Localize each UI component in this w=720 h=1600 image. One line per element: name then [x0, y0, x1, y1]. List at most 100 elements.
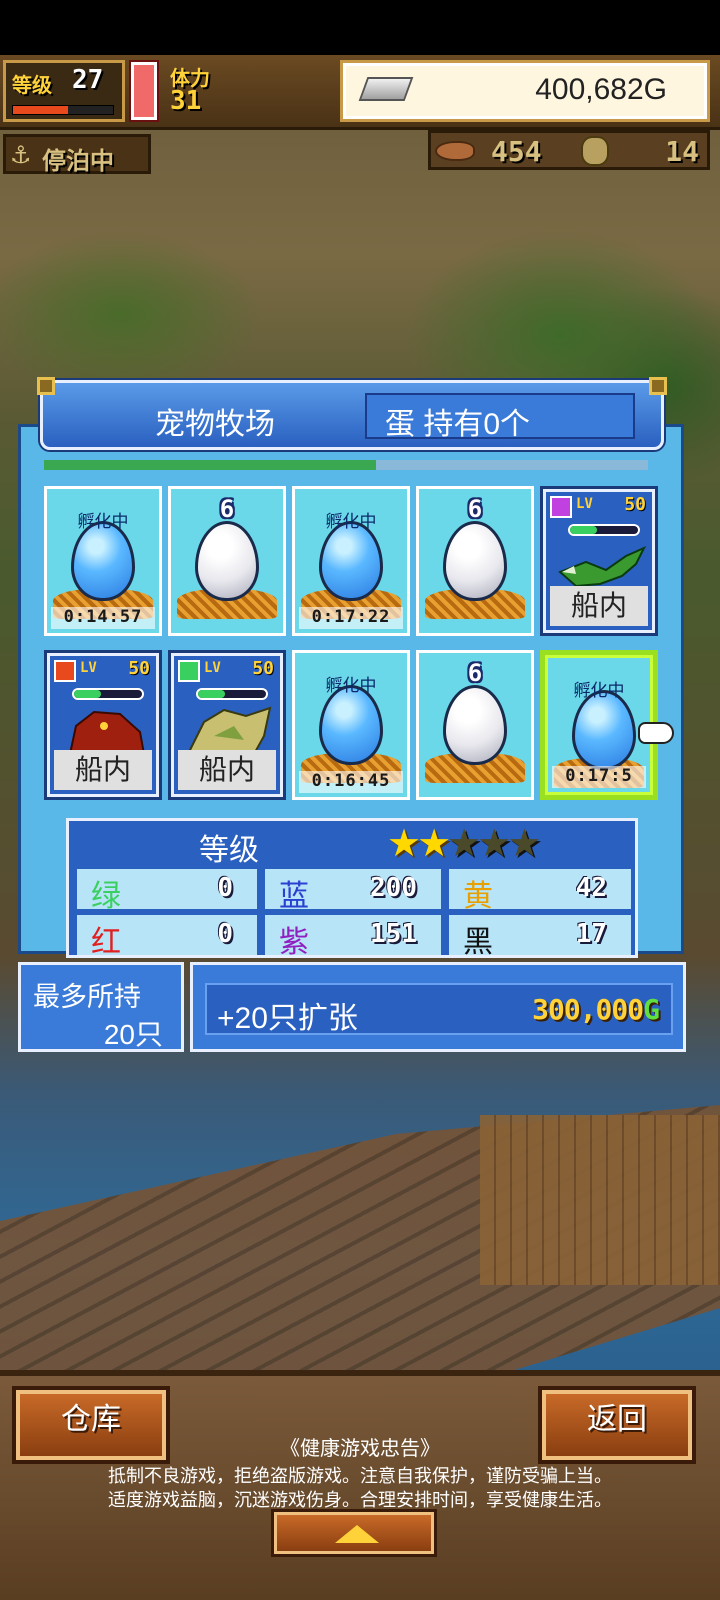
stat-name: 红 — [91, 926, 121, 959]
stat-cell: 紫 151 — [265, 915, 441, 959]
hatching-label: 孵化中 — [325, 676, 377, 696]
corner-ornament — [649, 377, 667, 395]
pet-sprite — [556, 542, 648, 592]
hatching-label: 孵化中 — [77, 512, 129, 532]
hatching-egg-slot[interactable]: 孵化中 0:16:45 — [292, 650, 410, 800]
level-label: 等级 — [12, 73, 52, 97]
pet-slot[interactable]: LV 50 船内 — [540, 486, 658, 636]
element-icon — [54, 660, 76, 682]
egg-stack-slot[interactable]: 6 — [416, 650, 534, 800]
silver-bar-icon — [358, 77, 414, 101]
egg-stack-slot[interactable]: 6 — [416, 486, 534, 636]
stat-name: 黄 — [463, 880, 493, 913]
up-arrow-icon — [335, 1525, 379, 1543]
slot-inner: LV 50 船内 — [50, 656, 156, 794]
ranch-title-bar: 宠物牧场 蛋 持有0个 — [37, 377, 667, 450]
stamina: 体力 31 — [164, 60, 336, 122]
slot-inner: LV 50 船内 — [174, 656, 280, 794]
gold-value: 400,682G — [535, 73, 667, 106]
health-notice-line-1: 抵制不良游戏，拒绝盗版游戏。注意自我保护，谨防受骗上当。 — [108, 1466, 612, 1486]
medal-value: 14 — [665, 135, 699, 168]
stamina-value: 31 — [170, 86, 202, 116]
capacity-box: 最多所持 20只 — [18, 962, 184, 1052]
hatch-timer: 0:17:5 — [552, 766, 646, 788]
meat-icon — [435, 141, 475, 161]
star-filled-icon: ★ — [417, 821, 451, 865]
rank-stars: ★★★★★ — [387, 821, 541, 865]
pet-header: LV 50 — [550, 494, 648, 520]
expand-capacity-button[interactable]: +20只扩张 300,000G — [190, 962, 686, 1052]
pet-sprite — [60, 706, 152, 756]
expand-label: +20只扩张 — [217, 1002, 358, 1035]
blue-egg-icon — [572, 690, 636, 770]
star-filled-icon: ★ — [387, 821, 421, 865]
stat-cell: 黄 42 — [449, 869, 631, 913]
egg-count-box: 蛋 持有0个 — [365, 393, 635, 441]
pet-location: 船内 — [178, 750, 276, 790]
pet-header: LV 50 — [54, 658, 152, 684]
capacity-label: 最多所持 — [33, 982, 141, 1012]
element-icon — [550, 496, 572, 518]
white-egg-icon — [443, 521, 507, 601]
blue-egg-icon — [319, 521, 383, 601]
pet-hp-fill — [74, 690, 102, 698]
pet-location: 船内 — [550, 586, 648, 626]
stat-value: 0 — [217, 873, 233, 903]
slot-inner: 6 — [171, 489, 283, 633]
slot-inner: 孵化中 0:17:5 — [548, 658, 650, 792]
slot-inner: 6 — [419, 653, 531, 797]
pet-lv-label: LV — [204, 660, 221, 676]
stats-header: 等级 ★★★★★ — [69, 821, 635, 867]
hatching-label: 孵化中 — [325, 512, 377, 532]
ranch-progress-fill — [44, 460, 377, 470]
hatching-egg-slot[interactable]: 孵化中 0:17:22 — [292, 486, 410, 636]
level-exp-bar — [12, 105, 114, 115]
pet-hp-fill — [198, 690, 226, 698]
stats-title: 等级 — [199, 834, 259, 867]
pet-hp-bar — [568, 524, 640, 536]
gold-display: 400,682G — [340, 60, 710, 122]
egg-stack-slot[interactable]: 6 — [168, 486, 286, 636]
expand-menu-button[interactable] — [274, 1512, 434, 1554]
expand-price: 300,000G — [532, 993, 660, 1026]
level-value: 27 — [72, 65, 104, 95]
pet-lv-label: LV — [80, 660, 97, 676]
anchor-icon: ⚓ — [10, 141, 32, 169]
hatching-egg-slot[interactable]: 孵化中 0:14:57 — [44, 486, 162, 636]
pet-location: 船内 — [54, 750, 152, 790]
stat-value: 17 — [575, 919, 607, 949]
slot-inner: LV 50 船内 — [546, 492, 652, 630]
egg-count-badge: 6 — [219, 495, 235, 523]
egg-count-badge: 6 — [467, 659, 483, 687]
ranch-progress-bar — [44, 460, 648, 470]
pointing-hand-icon — [638, 722, 674, 744]
element-icon — [178, 660, 200, 682]
egg-count-badge: 6 — [467, 495, 483, 523]
pet-slot[interactable]: LV 50 船内 — [44, 650, 162, 800]
medal-icon — [581, 136, 609, 166]
gold-currency-icon: G — [643, 993, 660, 1026]
slot-inner: 孵化中 0:17:22 — [295, 489, 407, 633]
stat-cell: 红 0 — [77, 915, 257, 959]
docked-label: 停泊中 — [42, 147, 114, 175]
white-egg-icon — [195, 521, 259, 601]
white-egg-icon — [443, 685, 507, 765]
pet-hp-bar — [196, 688, 268, 700]
slot-inner: 6 — [419, 489, 531, 633]
stat-cell: 黑 17 — [449, 915, 631, 959]
stat-value: 42 — [575, 873, 607, 903]
hatch-timer: 0:16:45 — [299, 771, 403, 793]
pet-hp-fill — [570, 526, 598, 534]
meat-value: 454 — [491, 135, 542, 168]
pet-slot[interactable]: LV 50 船内 — [168, 650, 286, 800]
star-empty-icon: ★ — [477, 821, 511, 865]
docked-status: ⚓ 停泊中 — [3, 134, 151, 175]
stat-name: 绿 — [91, 880, 121, 913]
stat-name: 黑 — [463, 926, 493, 959]
ranch-title: 宠物牧场 — [155, 408, 275, 441]
pet-lv-label: LV — [576, 496, 593, 512]
stat-value: 0 — [217, 919, 233, 949]
expand-inner: +20只扩张 300,000G — [205, 983, 673, 1035]
star-empty-icon: ★ — [507, 821, 541, 865]
pet-header: LV 50 — [178, 658, 276, 684]
